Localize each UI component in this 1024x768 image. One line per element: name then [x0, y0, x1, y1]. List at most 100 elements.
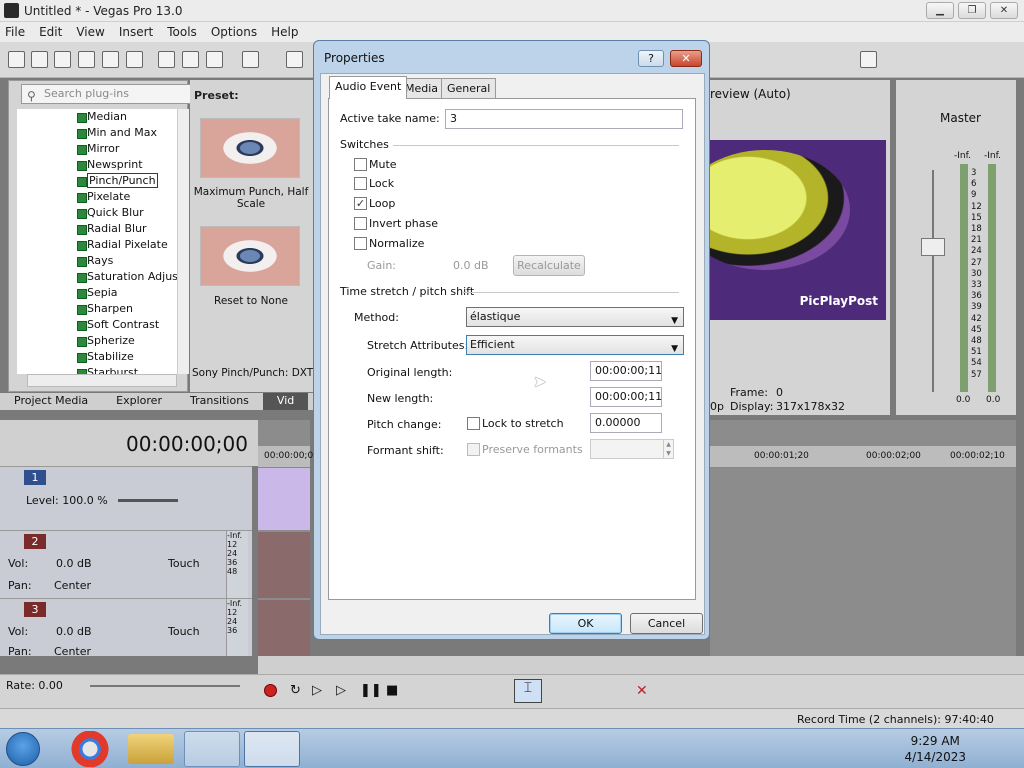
normalize-checkbox[interactable]	[354, 237, 367, 250]
invert-phase-checkbox[interactable]	[354, 217, 367, 230]
cut-icon[interactable]	[158, 51, 175, 68]
plugin-item[interactable]: Pixelate	[17, 189, 177, 205]
redo-icon[interactable]	[286, 51, 303, 68]
close-window-icon[interactable]: ✕	[990, 2, 1018, 19]
timeline-left-slice[interactable]: 00:00:00;00	[258, 420, 319, 656]
plugin-item[interactable]: Radial Pixelate	[17, 237, 177, 253]
menu-tools[interactable]: Tools	[167, 25, 197, 39]
new-project-icon[interactable]	[8, 51, 25, 68]
timeline-ruler[interactable]: 00:00:00;00	[258, 446, 319, 468]
stop-icon[interactable]: ■	[386, 683, 398, 698]
plugin-item[interactable]: Quick Blur	[17, 205, 177, 221]
cancel-button[interactable]: Cancel	[630, 613, 703, 634]
tab-video-fx[interactable]: Vid	[262, 393, 309, 410]
dialog-help-button[interactable]: ?	[638, 50, 664, 67]
timeline-ruler[interactable]: 00:00:01;20 00:00:02;00 00:00:02;10	[710, 446, 1016, 468]
lock-checkbox[interactable]	[354, 177, 367, 190]
preview-quality[interactable]: review (Auto)	[710, 87, 791, 101]
record-icon[interactable]	[264, 684, 277, 697]
plugin-item[interactable]: Saturation Adjust	[17, 269, 177, 285]
plugin-item-selected[interactable]: Pinch/Punch	[17, 173, 177, 189]
windows-start-icon[interactable]	[6, 732, 40, 766]
plugin-item[interactable]: Newsprint	[17, 157, 177, 173]
audio-track-2[interactable]: 2 Vol: 0.0 dB Pan: Center Touch -Inf. 12…	[0, 530, 252, 598]
ok-button[interactable]: OK	[549, 613, 622, 634]
preset-thumbnail-eye[interactable]	[200, 118, 300, 178]
timeline-horizontal-scrollbar[interactable]	[258, 656, 1024, 674]
paint-taskbar-icon[interactable]	[184, 731, 240, 767]
plugin-item[interactable]: Rays	[17, 253, 177, 269]
formant-shift-input[interactable]: ▲ ▼	[590, 439, 674, 459]
menu-edit[interactable]: Edit	[39, 25, 62, 39]
plugin-item[interactable]: Mirror	[17, 141, 177, 157]
preview-copy-icon[interactable]	[860, 51, 877, 68]
plugin-horizontal-scrollbar[interactable]	[27, 374, 177, 387]
level-slider[interactable]	[118, 499, 178, 502]
spinner-arrows-icon[interactable]: ▲ ▼	[663, 440, 673, 458]
new-length-input[interactable]: 00:00:00;11	[590, 387, 662, 407]
preset-thumbnail-eye[interactable]	[200, 226, 300, 286]
loop-checkbox[interactable]: ✓	[354, 197, 367, 210]
minimize-icon[interactable]: ▁	[926, 2, 954, 19]
menu-file[interactable]: File	[5, 25, 25, 39]
timeline-right-slice[interactable]: 00:00:01;20 00:00:02;00 00:00:02;10	[710, 420, 1016, 656]
tab-audio-event[interactable]: Audio Event	[329, 76, 408, 99]
plugin-item[interactable]: Sharpen	[17, 301, 177, 317]
plugin-item[interactable]: Soft Contrast	[17, 317, 177, 333]
render-icon[interactable]	[102, 51, 119, 68]
vegas-taskbar-icon[interactable]	[244, 731, 300, 767]
plugin-vertical-scrollbar[interactable]	[177, 109, 189, 374]
save-icon[interactable]	[54, 51, 71, 68]
audio-track-3[interactable]: 3 Vol: 0.0 dB Pan: Center Touch -Inf. 12…	[0, 598, 252, 658]
video-track-1[interactable]: 1 Level: 100.0 %	[0, 466, 252, 530]
stretch-attributes-select[interactable]: Efficient ▼	[466, 335, 684, 355]
open-folder-icon[interactable]	[31, 51, 48, 68]
paste-icon[interactable]	[206, 51, 223, 68]
play-from-start-icon[interactable]: ▷	[312, 683, 322, 698]
file-explorer-taskbar-icon[interactable]	[128, 734, 174, 764]
loop-icon[interactable]: ↻	[290, 683, 301, 698]
plugin-search-input[interactable]: ⚲ Search plug-ins	[21, 84, 193, 104]
delete-icon[interactable]: ✕	[636, 683, 648, 699]
tab-explorer[interactable]: Explorer	[102, 393, 176, 410]
pitch-change-input[interactable]: 0.00000	[590, 413, 662, 433]
save-as-icon[interactable]	[78, 51, 95, 68]
plugin-item[interactable]: Sepia	[17, 285, 177, 301]
plugin-item[interactable]: Stabilize	[17, 349, 177, 365]
play-icon[interactable]: ▷	[336, 683, 346, 698]
undo-icon[interactable]	[242, 51, 259, 68]
menu-insert[interactable]: Insert	[119, 25, 153, 39]
tab-general[interactable]: General	[441, 78, 497, 98]
method-select[interactable]: élastique ▼	[466, 307, 684, 327]
copy-icon[interactable]	[182, 51, 199, 68]
automation-mode[interactable]: Touch	[168, 625, 200, 638]
chrome-taskbar-icon[interactable]	[62, 731, 118, 767]
master-fader-handle[interactable]	[921, 238, 945, 256]
original-length-input[interactable]: 00:00:00;11	[590, 361, 662, 381]
plugin-item[interactable]: Median	[17, 109, 177, 125]
tab-project-media[interactable]: Project Media	[0, 393, 102, 410]
restore-icon[interactable]: ❐	[958, 2, 986, 19]
video-event[interactable]	[258, 468, 310, 530]
tab-transitions[interactable]: Transitions	[176, 393, 263, 410]
system-clock[interactable]: 9:29 AM 4/14/2023	[904, 733, 966, 765]
plugin-item[interactable]: Spherize	[17, 333, 177, 349]
plugin-item[interactable]: Starburst	[17, 365, 177, 374]
edit-tool-icon[interactable]: ⌶	[514, 679, 542, 703]
plugin-item[interactable]: Radial Blur	[17, 221, 177, 237]
automation-mode[interactable]: Touch	[168, 557, 200, 570]
menu-help[interactable]: Help	[271, 25, 298, 39]
dialog-close-button[interactable]: ✕	[670, 50, 702, 67]
preset-caption[interactable]: Maximum Punch, Half Scale	[190, 186, 312, 210]
rate-slider[interactable]	[90, 685, 240, 687]
lock-to-stretch-checkbox[interactable]	[467, 417, 480, 430]
menu-view[interactable]: View	[76, 25, 104, 39]
properties-icon[interactable]	[126, 51, 143, 68]
plugin-item[interactable]: Min and Max	[17, 125, 177, 141]
recalculate-button[interactable]: Recalculate	[513, 255, 585, 276]
active-take-input[interactable]: 3	[445, 109, 683, 129]
preset-caption[interactable]: Reset to None	[190, 295, 312, 307]
audio-waveform-event[interactable]	[258, 532, 310, 598]
menu-options[interactable]: Options	[211, 25, 257, 39]
audio-waveform-event[interactable]	[258, 600, 310, 656]
